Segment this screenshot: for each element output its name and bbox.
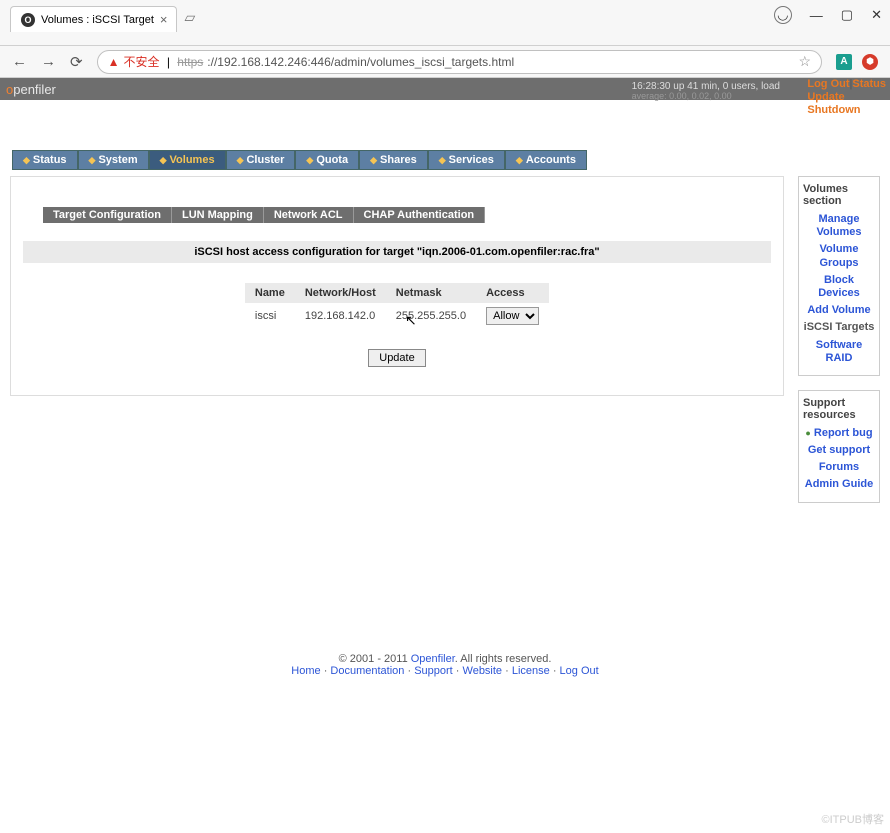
bookmark-icon[interactable]: ☆ [798,53,811,70]
acl-table: Name Network/Host Netmask Access iscsi 1… [245,283,549,329]
browser-tab[interactable]: O Volumes : iSCSI Target × [10,6,177,32]
link-get-support[interactable]: Get support [803,444,875,457]
watermark: ©ITPUB博客 [822,811,885,827]
link-software-raid[interactable]: Software RAID [803,339,875,365]
nav-quota[interactable]: ◆Quota [295,150,359,170]
update-button[interactable]: Update [368,349,425,367]
minimize-button[interactable]: — [810,8,823,23]
link-forums[interactable]: Forums [803,461,875,474]
nav-shares[interactable]: ◆Shares [359,150,428,170]
config-title: iSCSI host access configuration for targ… [23,241,771,263]
nav-volumes[interactable]: ◆Volumes [149,150,226,170]
content-panel: Target Configuration LUN Mapping Network… [10,176,784,396]
footer-logout[interactable]: Log Out [560,665,599,677]
tab-chap-auth[interactable]: CHAP Authentication [354,207,486,223]
new-tab-button[interactable]: ▱ [177,5,204,30]
logout-link[interactable]: Log Out [807,78,849,90]
url-path: ://192.168.142.246:446/admin/volumes_isc… [207,55,514,69]
insecure-icon: ▲ [108,55,120,69]
link-block-devices[interactable]: Block Devices [803,274,875,300]
tab-network-acl[interactable]: Network ACL [264,207,354,223]
col-netmask: Netmask [386,283,476,303]
maximize-button[interactable]: ▢ [841,7,853,23]
app-header: openfiler 16:28:30 up 41 min, 0 users, l… [0,78,890,100]
address-bar: ← → ⟳ ▲ 不安全 | https ://192.168.142.246:4… [0,46,890,78]
url-input[interactable]: ▲ 不安全 | https ://192.168.142.246:446/adm… [97,50,822,74]
link-iscsi-targets[interactable]: iSCSI Targets [803,321,875,334]
cell-netmask: 255.255.255.0 [386,303,476,329]
nav-system[interactable]: ◆System [78,150,149,170]
tab-close-icon[interactable]: × [160,12,168,27]
uptime-text: 16:28:30 up 41 min, 0 users, load averag… [632,81,780,102]
footer-openfiler-link[interactable]: Openfiler [411,653,455,665]
forward-button[interactable]: → [41,53,56,70]
header-links: Log Out|Status Update Shutdown [807,78,886,118]
nav-cluster[interactable]: ◆Cluster [226,150,296,170]
link-admin-guide[interactable]: Admin Guide [803,478,875,491]
footer-support[interactable]: Support [414,665,453,677]
footer-documentation[interactable]: Documentation [330,665,404,677]
tab-favicon: O [21,13,35,27]
close-window-button[interactable]: ✕ [871,7,882,23]
tab-title: Volumes : iSCSI Target [41,14,154,26]
extension-o-icon[interactable]: ⬢ [862,54,878,70]
browser-tab-strip: O Volumes : iSCSI Target × ▱ ◡ — ▢ ✕ [0,0,890,46]
cell-name: iscsi [245,303,295,329]
tab-target-config[interactable]: Target Configuration [43,207,172,223]
footer: © 2001 - 2011 Openfiler. All rights rese… [0,653,890,677]
nav-status[interactable]: ◆Status [12,150,78,170]
nav-services[interactable]: ◆Services [428,150,505,170]
link-report-bug[interactable]: ● Report bug [803,427,875,440]
nav-accounts[interactable]: ◆Accounts [505,150,587,170]
insecure-label: 不安全 [123,53,159,70]
volumes-section-title: Volumes section [803,183,875,207]
col-name: Name [245,283,295,303]
sub-tabs: Target Configuration LUN Mapping Network… [43,207,773,223]
col-host: Network/Host [295,283,386,303]
link-manage-volumes[interactable]: Manage Volumes [803,213,875,239]
access-select[interactable]: Allow [486,307,539,325]
extension-a-icon[interactable]: A [836,54,852,70]
tab-lun-mapping[interactable]: LUN Mapping [172,207,264,223]
volumes-section-box: Volumes section Manage Volumes Volume Gr… [798,176,880,376]
main-nav: ◆Status ◆System ◆Volumes ◆Cluster ◆Quota… [12,150,890,170]
support-box: Support resources ● Report bug Get suppo… [798,390,880,503]
link-volume-groups[interactable]: Volume Groups [803,243,875,269]
openfiler-logo: openfiler [6,82,56,97]
footer-website[interactable]: Website [463,665,503,677]
reload-button[interactable]: ⟳ [70,53,83,71]
update-link[interactable]: Update [807,91,844,103]
url-protocol: https [177,55,203,69]
link-add-volume[interactable]: Add Volume [803,304,875,317]
col-access: Access [476,283,549,303]
footer-home[interactable]: Home [291,665,320,677]
user-icon[interactable]: ◡ [774,6,792,24]
back-button[interactable]: ← [12,53,27,70]
status-link[interactable]: Status [852,78,886,90]
cell-host: 192.168.142.0 [295,303,386,329]
support-title: Support resources [803,397,875,421]
table-row: iscsi 192.168.142.0 255.255.255.0 Allow [245,303,549,329]
shutdown-link[interactable]: Shutdown [807,104,860,116]
footer-license[interactable]: License [512,665,550,677]
